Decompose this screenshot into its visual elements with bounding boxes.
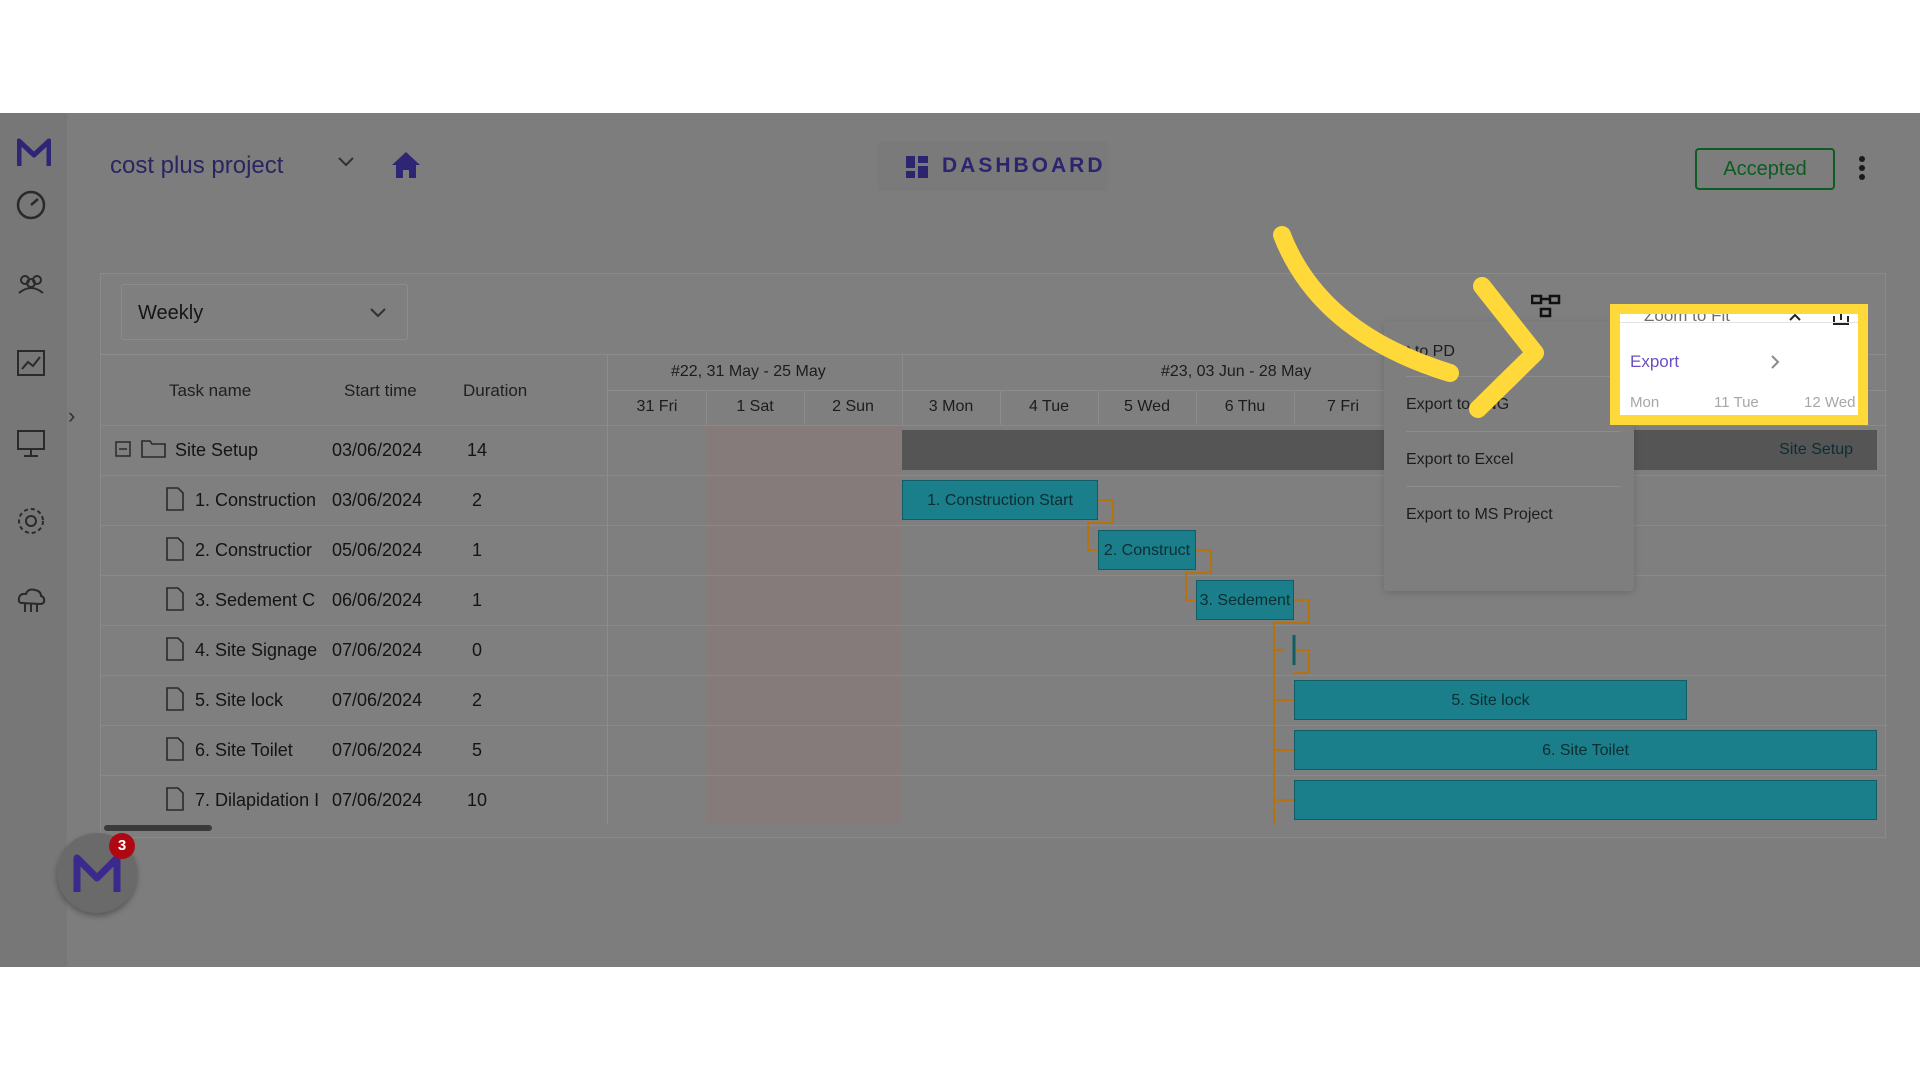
table-row[interactable]: 4. Site Signage 07/06/2024 0: [101, 625, 608, 674]
task-start: 07/06/2024: [332, 790, 423, 810]
table-row[interactable]: 7. Dilapidation I 07/06/2024 10: [101, 775, 608, 824]
task-name: Site Setup: [175, 440, 259, 460]
task-start: 05/06/2024: [332, 540, 423, 560]
column-header-duration[interactable]: Duration: [463, 381, 527, 401]
task-start: 07/06/2024: [332, 740, 423, 760]
file-icon: [166, 537, 184, 561]
chevron-right-icon: [1771, 355, 1780, 369]
task-duration: 14: [467, 440, 488, 460]
menu-item-export-ms-project[interactable]: Export to MS Project: [1406, 506, 1553, 524]
more-options-icon[interactable]: [1858, 155, 1866, 181]
notification-badge: 3: [109, 833, 135, 859]
sidebar: [0, 113, 67, 967]
file-icon: [166, 637, 184, 661]
task-duration: 1: [472, 590, 483, 610]
task-duration: 5: [472, 740, 483, 760]
home-icon[interactable]: [390, 150, 422, 180]
brand-m-icon: [73, 854, 121, 892]
task-name: 6. Site Toilet: [195, 740, 293, 760]
table-row[interactable]: 6. Site Toilet 07/06/2024 5: [101, 725, 608, 774]
table-row[interactable]: 5. Site lock 07/06/2024 2: [101, 675, 608, 724]
file-icon: [166, 787, 184, 811]
view-scale-select[interactable]: Weekly: [121, 284, 408, 340]
app-logo-icon[interactable]: [17, 138, 51, 168]
task-name: 1. Construction: [195, 490, 317, 510]
status-badge[interactable]: Accepted: [1695, 148, 1835, 190]
app-window: › cost plus project DASHBOARD Accepted W…: [0, 113, 1920, 967]
dashboard-label: DASHBOARD: [942, 154, 1106, 177]
export-download-icon[interactable]: [1832, 310, 1850, 326]
task-name: 2. Constructior: [195, 540, 313, 560]
menu-divider: [1620, 322, 1858, 323]
day-header: 11 Tue: [1714, 394, 1759, 411]
menu-item-export-excel[interactable]: Export to Excel: [1406, 451, 1514, 469]
task-duration: 2: [472, 690, 483, 710]
task-duration: 10: [467, 790, 488, 810]
task-start: 03/06/2024: [332, 490, 423, 510]
file-icon: [166, 687, 184, 711]
zoom-to-fit-label[interactable]: Zoom to Fit: [1644, 314, 1730, 326]
highlight-callout: Zoom to Fit Export Mon 11 Tue 12 Wed: [1610, 304, 1868, 425]
task-duration: 1: [472, 540, 483, 560]
collapse-up-icon[interactable]: [1788, 312, 1802, 322]
assistant-fab[interactable]: 3: [57, 833, 137, 913]
column-header-start-time[interactable]: Start time: [344, 381, 417, 401]
column-header-task-name[interactable]: Task name: [169, 381, 251, 401]
speedometer-icon[interactable]: [14, 188, 48, 222]
table-row[interactable]: 1. Construction 03/06/2024 2: [101, 475, 608, 524]
task-start: 07/06/2024: [332, 640, 423, 660]
project-name[interactable]: cost plus project: [110, 152, 283, 180]
sidebar-expand-chevron-icon[interactable]: ›: [68, 403, 75, 429]
table-row[interactable]: Site Setup 03/06/2024 14: [101, 425, 608, 474]
task-name: 5. Site lock: [195, 690, 284, 710]
task-start: 03/06/2024: [332, 440, 423, 460]
task-duration: 2: [472, 490, 483, 510]
task-name: 7. Dilapidation I: [195, 790, 320, 810]
presentation-board-icon[interactable]: [14, 426, 48, 460]
day-header: Mon: [1630, 394, 1660, 411]
menu-divider: [1406, 486, 1621, 487]
task-start: 06/06/2024: [332, 590, 423, 610]
chevron-down-icon: [370, 308, 386, 318]
cloud-network-icon[interactable]: [14, 583, 48, 617]
task-name: 4. Site Signage: [195, 640, 318, 660]
menu-item-export[interactable]: Export: [1630, 352, 1679, 372]
view-scale-value: Weekly: [138, 302, 204, 324]
dashboard-grid-icon: [906, 156, 928, 178]
task-grid: Task name Start time Duration Site Setup…: [101, 354, 608, 824]
task-name: 3. Sedement C: [195, 590, 316, 610]
settings-gear-icon[interactable]: [14, 504, 48, 538]
horizontal-scrollbar[interactable]: [104, 825, 212, 831]
task-duration: 0: [472, 640, 483, 660]
task-start: 07/06/2024: [332, 690, 423, 710]
table-row[interactable]: 3. Sedement C 06/06/2024 1: [101, 575, 608, 624]
table-row[interactable]: 2. Constructior 05/06/2024 1: [101, 525, 608, 574]
folder-icon: [141, 440, 166, 458]
file-icon: [166, 487, 184, 511]
file-icon: [166, 587, 184, 611]
file-icon: [166, 737, 184, 761]
analytics-chart-icon[interactable]: [14, 346, 48, 380]
day-header: 12 Wed: [1804, 394, 1856, 411]
collapse-toggle-icon[interactable]: [115, 441, 131, 457]
team-icon[interactable]: [14, 267, 48, 301]
tutorial-arrow-icon: [1273, 226, 1544, 418]
project-dropdown-chevron-icon[interactable]: [336, 155, 356, 169]
dashboard-button[interactable]: DASHBOARD: [878, 141, 1108, 191]
dependency-links: [1087, 499, 1310, 824]
